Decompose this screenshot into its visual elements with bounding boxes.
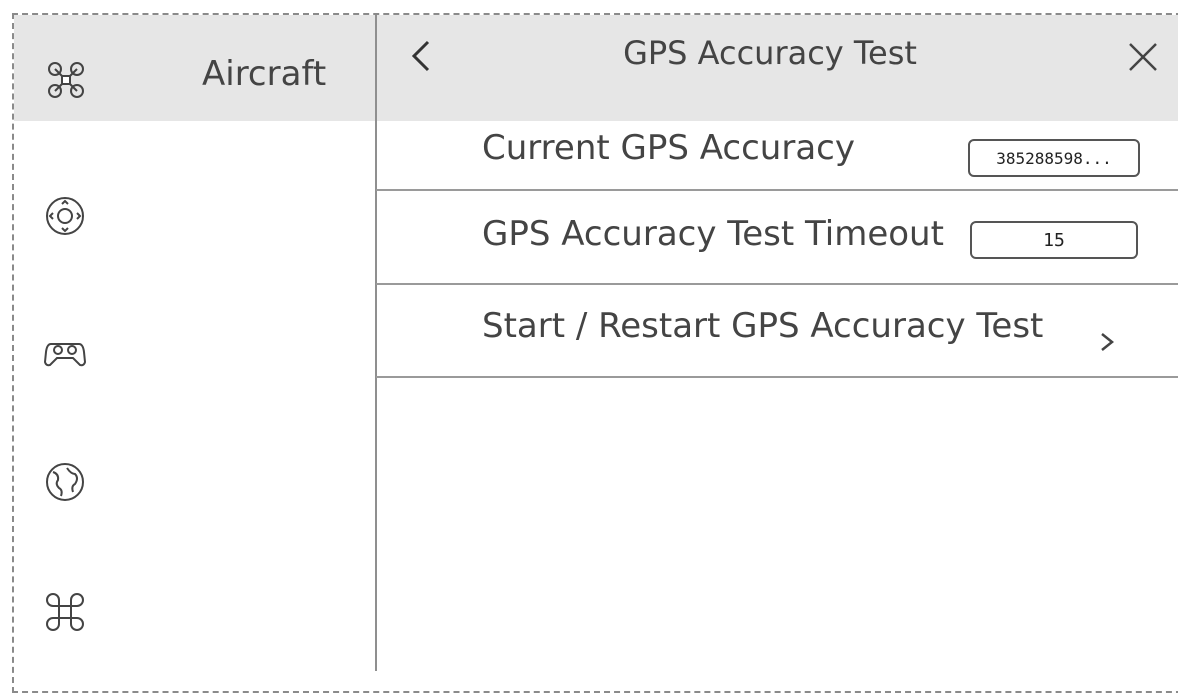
current-gps-accuracy-label: Current GPS Accuracy bbox=[482, 128, 855, 168]
globe-icon[interactable] bbox=[43, 460, 87, 504]
back-button[interactable] bbox=[402, 34, 442, 78]
sidebar-title[interactable]: Aircraft bbox=[202, 54, 326, 94]
gps-test-timeout-label: GPS Accuracy Test Timeout bbox=[482, 214, 944, 254]
command-icon[interactable] bbox=[43, 590, 87, 634]
chevron-right-icon bbox=[1101, 333, 1115, 351]
current-gps-accuracy-field[interactable]: 385288598... bbox=[968, 139, 1140, 177]
sidebar-divider bbox=[375, 15, 377, 671]
gps-test-timeout-field[interactable]: 15 bbox=[970, 221, 1138, 259]
close-icon bbox=[1129, 43, 1157, 71]
row-divider bbox=[376, 283, 1178, 285]
close-button[interactable] bbox=[1124, 38, 1162, 76]
row-divider bbox=[376, 376, 1178, 378]
gamepad-icon[interactable] bbox=[43, 330, 87, 374]
chevron-left-icon bbox=[411, 40, 430, 72]
aircraft-icon[interactable] bbox=[44, 58, 88, 102]
page-title: GPS Accuracy Test bbox=[623, 34, 917, 72]
row-divider bbox=[376, 189, 1178, 191]
control-icon[interactable] bbox=[43, 194, 87, 238]
start-restart-gps-test-label[interactable]: Start / Restart GPS Accuracy Test bbox=[482, 306, 1043, 346]
start-restart-gps-test-button[interactable] bbox=[1094, 322, 1120, 362]
